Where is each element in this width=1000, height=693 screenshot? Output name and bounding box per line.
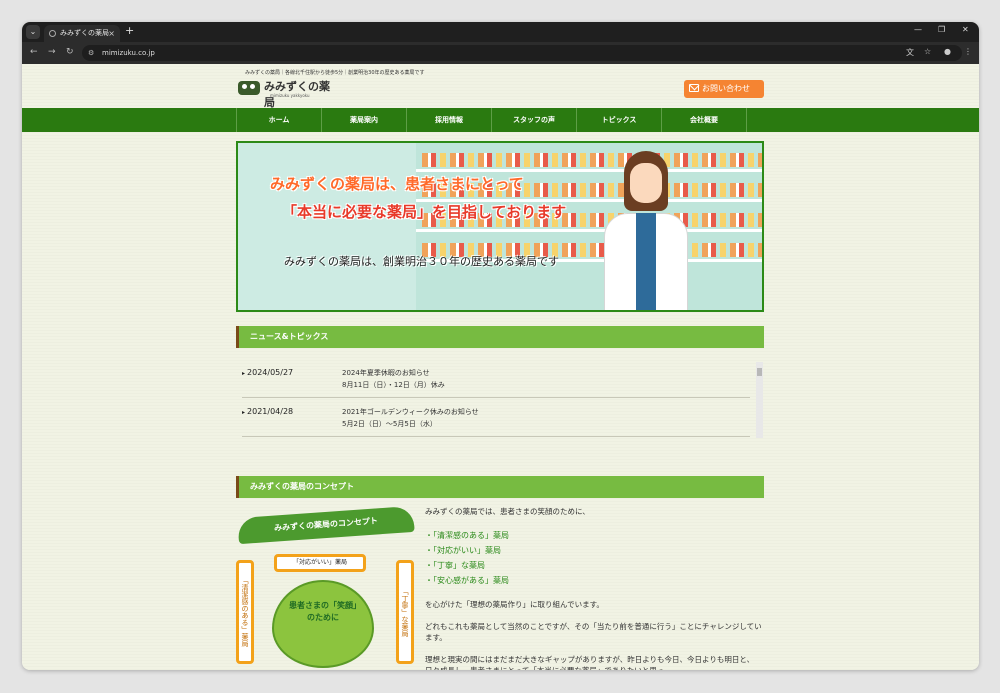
news-list: 2024/05/27 2024年夏季休暇のお知らせ 8月11日（日）・12日（月… — [236, 360, 764, 438]
concept-box-left: 「清潔感のある」薬局 — [236, 560, 254, 664]
maximize-icon[interactable]: ❐ — [938, 25, 945, 34]
concept-intro: みみずくの薬局では、患者さまの笑顔のために、 — [425, 507, 590, 516]
hero-banner: みみずくの薬局は、患者さまにとって 「本当に必要な薬局」を目指しております みみ… — [236, 141, 764, 312]
nav-company[interactable]: 会社概要 — [662, 108, 747, 132]
address-bar: ← → ↻ ⚙ mimizuku.co.jp 文 ☆ ● ⋮ — [22, 42, 979, 64]
leaf-text: 患者さまの「笑顔」のために — [289, 601, 357, 622]
pharmacist-illustration — [600, 151, 692, 310]
concept-point: ・「安心感がある」薬局 — [425, 576, 509, 585]
concept-box-top: 「対応がいい」薬局 — [274, 554, 366, 572]
concept-box-right: 「丁寧」な薬局 — [396, 560, 414, 664]
concept-point: ・「清潔感のある」薬局 — [425, 531, 509, 540]
news-item[interactable]: 2021/04/28 2021年ゴールデンウィーク休みのお知らせ 5月2日（日）… — [242, 399, 750, 437]
concept-p2: を心がけた「理想の薬局作り」に取り組んでいます。 — [425, 600, 604, 609]
site-tagline: みみずくの薬局｜各線北千住駅から徒歩5分｜創業明治30年の歴史ある薬局です — [245, 70, 425, 76]
news-title[interactable]: 2024年夏季休暇のお知らせ — [342, 368, 430, 378]
tab-bar: ⌄ みみずくの薬局 × + — ❐ ✕ — [22, 22, 979, 42]
news-sub: 8月11日（日）・12日（月）休み — [342, 381, 445, 389]
concept-ribbon: みみずくの薬局のコンセプト — [237, 505, 415, 545]
nav-staff-voice[interactable]: スタッフの声 — [492, 108, 577, 132]
news-date: 2021/04/28 — [242, 407, 293, 416]
back-icon[interactable]: ← — [30, 47, 38, 57]
translate-icon[interactable]: 文 — [906, 47, 914, 58]
news-heading: ニュース&トピックス — [236, 326, 764, 348]
concept-point: ・「丁寧」な薬局 — [425, 561, 485, 570]
new-tab-button[interactable]: + — [125, 24, 134, 37]
hero-headline-2: 「本当に必要な薬局」を目指しております — [282, 203, 567, 221]
globe-icon — [49, 30, 56, 37]
pharmacy-shelves-image — [416, 143, 762, 310]
logo-roman: mimizuku yakkyoku — [270, 93, 310, 98]
site-logo[interactable]: みみずくの薬局 mimizuku yakkyoku — [236, 77, 336, 109]
news-item[interactable]: 2024/05/27 2024年夏季休暇のお知らせ 8月11日（日）・12日（月… — [242, 360, 750, 398]
url-text: mimizuku.co.jp — [102, 49, 155, 57]
leaf-illustration — [272, 580, 374, 668]
browser-tab[interactable]: みみずくの薬局 × — [44, 25, 120, 42]
owl-logo-icon — [238, 81, 260, 95]
news-scrollbar[interactable] — [756, 362, 763, 438]
news-date: 2024/05/27 — [242, 368, 293, 377]
menu-icon[interactable]: ⋮ — [964, 47, 972, 56]
bookmark-star-icon[interactable]: ☆ — [924, 47, 931, 56]
nav-home[interactable]: ホーム — [237, 108, 322, 132]
reload-icon[interactable]: ↻ — [66, 47, 74, 57]
page-viewport: みみずくの薬局｜各線北千住駅から徒歩5分｜創業明治30年の歴史ある薬局です みみ… — [22, 64, 979, 670]
forward-icon[interactable]: → — [48, 47, 56, 57]
hero-headline-1: みみずくの薬局は、患者さまにとって — [270, 175, 524, 193]
profile-icon[interactable]: ● — [944, 47, 951, 56]
global-nav: ホーム 薬局案内 採用情報 スタッフの声 トピックス 会社概要 — [22, 108, 979, 132]
concept-diagram: みみずくの薬局のコンセプト 「対応がいい」薬局 「清潔感のある」薬局 「丁寧」な… — [236, 505, 416, 670]
contact-label: お問い合わせ — [702, 84, 750, 93]
contact-button[interactable]: お問い合わせ — [684, 80, 764, 98]
close-window-icon[interactable]: ✕ — [962, 25, 969, 34]
url-field[interactable]: ⚙ mimizuku.co.jp — [82, 45, 962, 61]
tab-close-icon[interactable]: × — [108, 25, 115, 42]
nav-pharmacy-info[interactable]: 薬局案内 — [322, 108, 407, 132]
browser-window: ⌄ みみずくの薬局 × + — ❐ ✕ ← → ↻ ⚙ mimizuku.co.… — [22, 22, 979, 670]
concept-p4: 理想と現実の間にはまだまだ大きなギャップがありますが、昨日よりも今日、今日よりも… — [425, 655, 755, 670]
concept-p3: どれもこれも薬局として当然のことですが、その「当たり前を普通に行う」ことにチャレ… — [425, 622, 762, 642]
minimize-icon[interactable]: — — [914, 25, 922, 34]
tab-search-icon[interactable]: ⌄ — [26, 25, 40, 39]
mail-icon — [689, 84, 699, 92]
scroll-thumb[interactable] — [757, 368, 762, 376]
concept-text: みみずくの薬局では、患者さまの笑顔のために、 ・「清潔感のある」薬局 ・「対応が… — [425, 506, 765, 670]
concept-point: ・「対応がいい」薬局 — [425, 546, 501, 555]
hero-subline: みみずくの薬局は、創業明治３０年の歴史ある薬局です — [284, 255, 559, 268]
news-title[interactable]: 2021年ゴールデンウィーク休みのお知らせ — [342, 407, 479, 417]
news-sub: 5月2日（日）〜5月5日（水） — [342, 420, 437, 428]
nav-recruit[interactable]: 採用情報 — [407, 108, 492, 132]
concept-points: ・「清潔感のある」薬局 ・「対応がいい」薬局 ・「丁寧」な薬局 ・「安心感がある… — [425, 528, 765, 588]
site-info-icon[interactable]: ⚙ — [88, 45, 94, 61]
concept-heading: みみずくの薬局のコンセプト — [236, 476, 764, 498]
nav-topics[interactable]: トピックス — [577, 108, 662, 132]
tab-title: みみずくの薬局 — [60, 29, 109, 37]
